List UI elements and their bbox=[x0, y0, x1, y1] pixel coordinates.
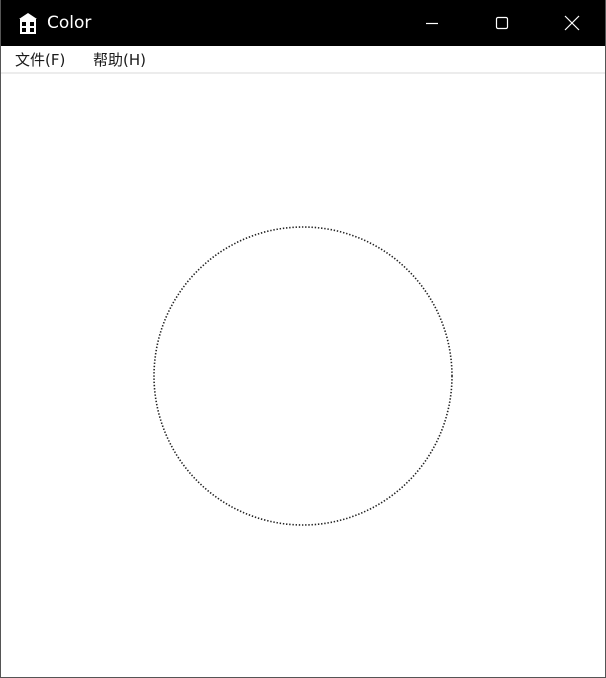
window-title: Color bbox=[47, 13, 92, 33]
title-bar[interactable]: Color bbox=[1, 0, 605, 46]
close-icon bbox=[564, 15, 580, 31]
canvas-drawing bbox=[153, 226, 453, 526]
menu-bar: 文件(F) 帮助(H) bbox=[1, 46, 605, 74]
maximize-button[interactable] bbox=[467, 0, 537, 46]
maximize-icon bbox=[495, 16, 509, 30]
dotted-circle bbox=[153, 226, 453, 526]
minimize-icon bbox=[426, 22, 438, 25]
minimize-button[interactable] bbox=[397, 0, 467, 46]
app-window: Color 文件(F) 帮助(H) bbox=[0, 0, 606, 678]
close-button[interactable] bbox=[537, 0, 605, 46]
app-building-icon bbox=[19, 13, 37, 34]
menu-item-help[interactable]: 帮助(H) bbox=[91, 49, 148, 71]
menu-item-file[interactable]: 文件(F) bbox=[13, 49, 67, 71]
drawing-canvas[interactable] bbox=[1, 74, 605, 677]
